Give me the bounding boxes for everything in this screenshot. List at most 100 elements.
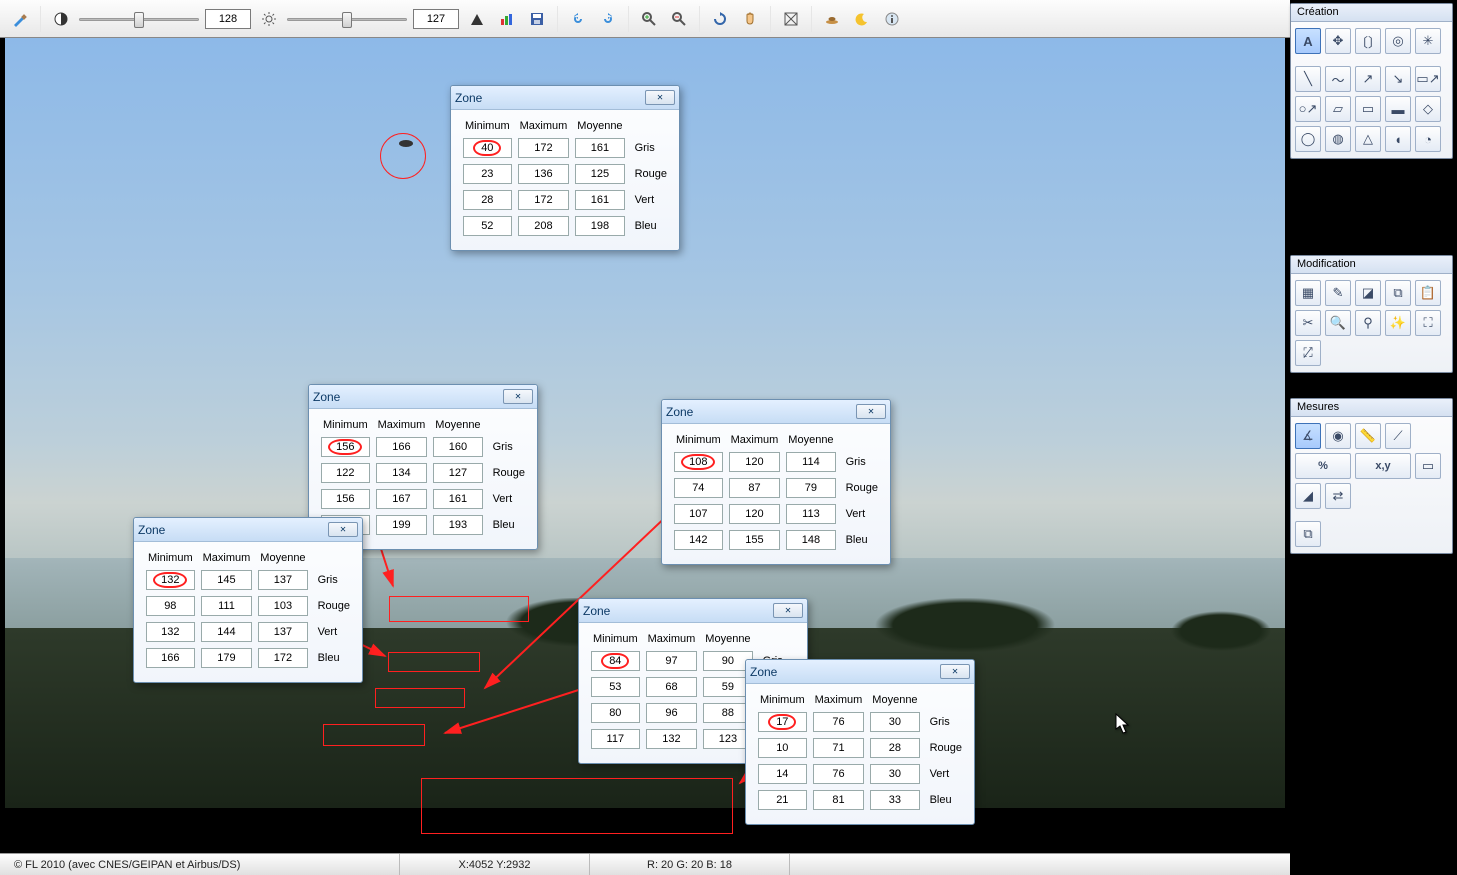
- refresh-icon[interactable]: [708, 7, 732, 31]
- zone-row: 28 172 161 Vert: [463, 190, 667, 210]
- auto-icon[interactable]: [495, 7, 519, 31]
- zone-row: 132 145 137 Gris: [146, 570, 350, 590]
- close-icon[interactable]: ✕: [856, 404, 886, 419]
- annotation-rect-4: [323, 724, 425, 746]
- panel-title: Modification: [1291, 256, 1452, 274]
- tool-brackets[interactable]: 〔〕: [1355, 28, 1381, 54]
- zone-row: 122 134 127 Rouge: [321, 463, 525, 483]
- tool-sphere[interactable]: ◉: [1325, 423, 1351, 449]
- zone-row: 108 120 114 Gris: [674, 452, 878, 472]
- tool-duplicate[interactable]: ⧉: [1295, 521, 1321, 547]
- sun-icon[interactable]: [257, 7, 281, 31]
- tool-group[interactable]: ⛶: [1415, 310, 1441, 336]
- zone-row: 23 136 125 Rouge: [463, 164, 667, 184]
- tool-select[interactable]: ▦: [1295, 280, 1321, 306]
- tool-zoom-region[interactable]: 🔍: [1325, 310, 1351, 336]
- tool-rect[interactable]: ▭: [1355, 96, 1381, 122]
- tool-swap[interactable]: ⇄: [1325, 483, 1351, 509]
- tool-circle-arrow[interactable]: ○↗: [1295, 96, 1321, 122]
- image-canvas[interactable]: Zone ✕ MinimumMaximumMoyenne 40 172 161 …: [5, 38, 1285, 808]
- tool-donut[interactable]: ◍: [1325, 126, 1351, 152]
- tool-copy[interactable]: ⧉: [1385, 280, 1411, 306]
- zone-row: 156 166 160 Gris: [321, 437, 525, 457]
- tool-rhombus[interactable]: ◇: [1415, 96, 1441, 122]
- tool-sector[interactable]: ◔: [1415, 126, 1441, 152]
- tool-paste[interactable]: 📋: [1415, 280, 1441, 306]
- contrast-icon[interactable]: [49, 7, 73, 31]
- annotation-rect-5: [421, 778, 733, 834]
- zone-panel[interactable]: Zone ✕ MinimumMaximumMoyenne 40 172 161 …: [450, 85, 680, 251]
- close-icon[interactable]: ✕: [328, 522, 358, 537]
- tool-target-icon[interactable]: ◎: [1385, 28, 1411, 54]
- zone-header: MinimumMaximumMoyenne: [674, 434, 878, 446]
- tool-arrow-out[interactable]: ↗: [1355, 66, 1381, 92]
- tool-probe[interactable]: ⟋: [1385, 423, 1411, 449]
- tool-gradient[interactable]: ◢: [1295, 483, 1321, 509]
- tool-angle[interactable]: ∡: [1295, 423, 1321, 449]
- panel-mesures: Mesures ∡ ◉ 📏 ⟋ % x,y ▭ ◢ ⇄ ⧉: [1290, 398, 1453, 554]
- zone-title-text: Zone: [313, 390, 340, 404]
- tool-arrow-down[interactable]: ↘: [1385, 66, 1411, 92]
- hand-icon[interactable]: [738, 7, 762, 31]
- levels-icon[interactable]: [465, 7, 489, 31]
- tool-rect-arrow[interactable]: ▭↗: [1415, 66, 1441, 92]
- tool-find[interactable]: ⚲: [1355, 310, 1381, 336]
- brightness-slider[interactable]: [287, 9, 407, 29]
- status-coords: X:4052 Y:2932: [400, 854, 590, 875]
- brightness-value[interactable]: 127: [413, 9, 459, 29]
- zone-titlebar[interactable]: Zone ✕: [579, 599, 807, 623]
- zone-title-text: Zone: [750, 665, 777, 679]
- zone-titlebar[interactable]: Zone ✕: [134, 518, 362, 542]
- close-icon[interactable]: ✕: [773, 603, 803, 618]
- contrast-slider[interactable]: [79, 9, 199, 29]
- moon-icon[interactable]: [850, 7, 874, 31]
- zoom-out-icon[interactable]: [667, 7, 691, 31]
- zone-titlebar[interactable]: Zone ✕: [451, 86, 679, 110]
- zone-header: MinimumMaximumMoyenne: [146, 552, 350, 564]
- save-icon[interactable]: [525, 7, 549, 31]
- close-icon[interactable]: ✕: [503, 389, 533, 404]
- brush-icon[interactable]: [8, 7, 32, 31]
- tool-wand[interactable]: ✨: [1385, 310, 1411, 336]
- tool-text[interactable]: A: [1295, 28, 1321, 54]
- tool-edit-node[interactable]: ✎: [1325, 280, 1351, 306]
- contrast-value[interactable]: 128: [205, 9, 251, 29]
- zone-row: 166 179 172 Bleu: [146, 648, 350, 668]
- tool-card[interactable]: ▭: [1415, 453, 1441, 479]
- zone-row: 40 172 161 Gris: [463, 138, 667, 158]
- tool-line[interactable]: ╲: [1295, 66, 1321, 92]
- zoom-in-icon[interactable]: [637, 7, 661, 31]
- tool-triangle[interactable]: △: [1355, 126, 1381, 152]
- undo-icon[interactable]: [566, 7, 590, 31]
- zone-panel[interactable]: Zone ✕ MinimumMaximumMoyenne 17 76 30 Gr…: [745, 659, 975, 825]
- tool-cut[interactable]: ✂: [1295, 310, 1321, 336]
- tool-ungroup[interactable]: ⛶̸: [1295, 340, 1321, 366]
- tool-curve[interactable]: 〜: [1325, 66, 1351, 92]
- hat-icon[interactable]: [820, 7, 844, 31]
- close-icon[interactable]: ✕: [645, 90, 675, 105]
- tool-ellipse[interactable]: ◯: [1295, 126, 1321, 152]
- close-icon[interactable]: ✕: [940, 664, 970, 679]
- tool-ruler[interactable]: 📏: [1355, 423, 1381, 449]
- zone-panel[interactable]: Zone ✕ MinimumMaximumMoyenne 132 145 137…: [133, 517, 363, 683]
- zone-titlebar[interactable]: Zone ✕: [309, 385, 537, 409]
- tool-star-icon[interactable]: ✳: [1415, 28, 1441, 54]
- panel-title: Création: [1291, 4, 1452, 22]
- zone-title-text: Zone: [138, 523, 165, 537]
- tool-arc[interactable]: ◖: [1385, 126, 1411, 152]
- tool-rect-fill[interactable]: ▬: [1385, 96, 1411, 122]
- info-icon[interactable]: [880, 7, 904, 31]
- zone-row: 14 76 30 Vert: [758, 764, 962, 784]
- tool-parallelogram[interactable]: ▱: [1325, 96, 1351, 122]
- zone-titlebar[interactable]: Zone ✕: [746, 660, 974, 684]
- tool-xy[interactable]: x,y: [1355, 453, 1411, 479]
- annotation-rect-3: [375, 688, 465, 708]
- tool-crosshair[interactable]: ✥: [1325, 28, 1351, 54]
- main-toolbar: 128 127: [0, 0, 1290, 38]
- tool-percent[interactable]: %: [1295, 453, 1351, 479]
- redo-icon[interactable]: [596, 7, 620, 31]
- zone-panel[interactable]: Zone ✕ MinimumMaximumMoyenne 108 120 114…: [661, 399, 891, 565]
- zone-titlebar[interactable]: Zone ✕: [662, 400, 890, 424]
- fit-icon[interactable]: [779, 7, 803, 31]
- tool-eraser[interactable]: ◪: [1355, 280, 1381, 306]
